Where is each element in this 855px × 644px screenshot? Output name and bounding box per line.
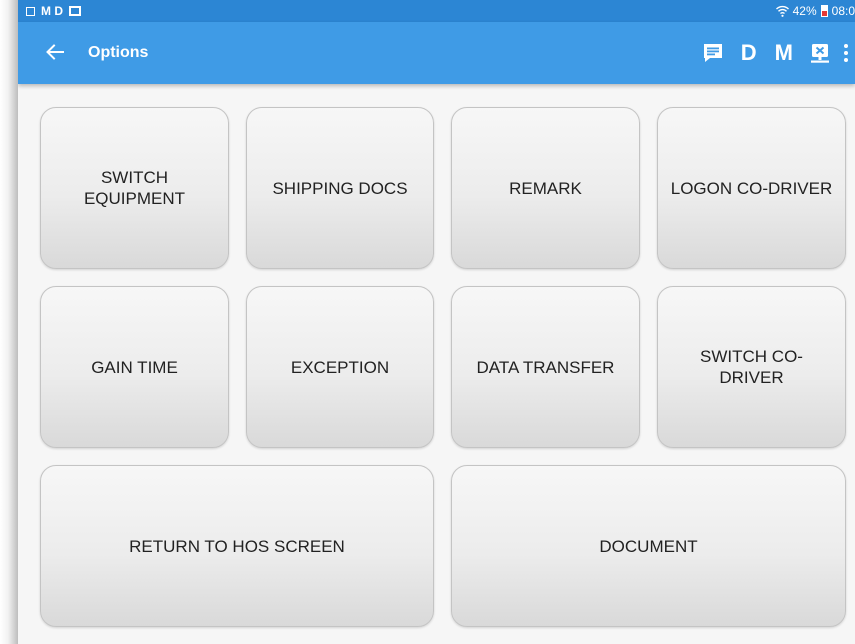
status-bar: M D 42% 08:0	[18, 0, 855, 22]
status-bar-left: M D	[26, 0, 81, 22]
document-label: DOCUMENT	[599, 536, 698, 556]
more-dot	[844, 58, 848, 62]
logon-co-driver-label: LOGON CO-DRIVER	[670, 178, 833, 198]
more-dot	[844, 44, 848, 48]
more-vert-icon[interactable]	[841, 42, 851, 64]
battery-icon	[820, 5, 828, 17]
data-transfer-button[interactable]: DATA TRANSFER	[451, 286, 640, 448]
clock: 08:0	[831, 4, 855, 18]
switch-equipment-button[interactable]: SWITCH EQUIPMENT	[40, 107, 229, 269]
remark-button[interactable]: REMARK	[451, 107, 640, 269]
app-bar-actions: D M	[703, 22, 855, 84]
back-arrow-icon[interactable]	[44, 39, 66, 65]
remark-label: REMARK	[509, 178, 582, 198]
screenshot-icon	[26, 6, 35, 16]
message-icon[interactable]	[703, 43, 723, 63]
status-notification-text: M D	[41, 4, 63, 18]
logon-co-driver-button[interactable]: LOGON CO-DRIVER	[657, 107, 846, 269]
switch-co-driver-label: SWITCH CO- DRIVER	[700, 347, 803, 387]
app-bar: Options D M	[18, 22, 855, 84]
device-edge	[0, 0, 18, 644]
shipping-docs-label: SHIPPING DOCS	[272, 178, 408, 198]
image-notification-icon	[69, 6, 81, 16]
wifi-icon	[775, 5, 789, 17]
app-screen: M D 42% 08:0 Options D M SWITCH EQUIPMEN…	[18, 0, 855, 644]
document-button[interactable]: DOCUMENT	[451, 465, 846, 627]
page-title: Options	[88, 44, 149, 61]
gain-time-button[interactable]: GAIN TIME	[40, 286, 229, 448]
options-grid: SWITCH EQUIPMENT SHIPPING DOCS REMARK LO…	[18, 84, 855, 644]
more-dot	[844, 51, 848, 55]
data-transfer-label: DATA TRANSFER	[476, 357, 615, 377]
return-to-hos-screen-button[interactable]: RETURN TO HOS SCREEN	[40, 465, 434, 627]
return-to-hos-screen-label: RETURN TO HOS SCREEN	[129, 536, 345, 556]
exception-label: EXCEPTION	[290, 357, 390, 377]
message-icon-graphic	[703, 44, 722, 62]
exception-button[interactable]: EXCEPTION	[246, 286, 434, 448]
sync-x-icon-graphic	[811, 44, 829, 63]
battery-percent: 42%	[792, 4, 817, 18]
arrow-left-icon	[46, 44, 64, 60]
m-action-button[interactable]: M	[775, 40, 793, 66]
device-frame: M D 42% 08:0 Options D M SWITCH EQUIPMEN…	[0, 0, 855, 644]
gain-time-label: GAIN TIME	[91, 357, 178, 377]
switch-equipment-label: SWITCH EQUIPMENT	[83, 168, 186, 208]
shipping-docs-button[interactable]: SHIPPING DOCS	[246, 107, 434, 269]
status-bar-right: 42% 08:0	[775, 0, 855, 22]
d-action-button[interactable]: D	[741, 40, 757, 66]
switch-co-driver-button[interactable]: SWITCH CO- DRIVER	[657, 286, 846, 448]
sync-x-icon[interactable]	[809, 42, 831, 64]
